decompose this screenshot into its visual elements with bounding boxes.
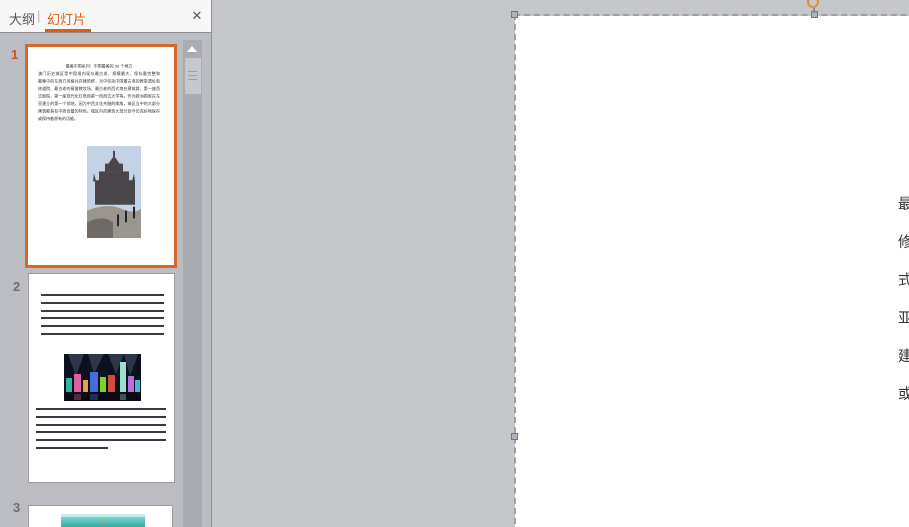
slide-body-line[interactable]: 澳门历史城区是中国境内现存最古老、规模最大、保存最完整和	[898, 155, 909, 176]
slide-body-line[interactable]: 或保持着原有的功能。	[898, 383, 909, 404]
scrollbar-grip	[188, 79, 197, 80]
thumb-body-line: 或保持着原有的功能。	[38, 115, 160, 123]
slide-1-number: 1	[11, 47, 18, 62]
slide-body-line[interactable]: 式剧院、第一座现代化灯塔和第一所西式大学等。作为欧洲国家在东	[898, 269, 909, 290]
thumb-body-line: 最集中的东西方风格共存建筑群，当中包括中国最古老的教堂遗址和	[38, 78, 160, 86]
slides-panel: 大纲 | 幻灯片 ✕ 1 最美中国系列：中国最美的 30 个地方 澳门历史城区是…	[0, 0, 212, 527]
slide-canvas[interactable]: 最美中国系列：中国最美的 30 个地方 澳门历史城区是中国境内现存最古老、规模最…	[212, 0, 909, 527]
panel-scrollbar[interactable]	[183, 40, 202, 527]
resize-handle-top-left[interactable]	[511, 11, 518, 18]
slide-2-thumbnail-text-block	[41, 294, 164, 341]
scrollbar-thumb[interactable]	[185, 58, 201, 94]
slide-body-line[interactable]: 亚建立的第一个领地，因为中西文化共融的缘故，城区当中的大部分	[898, 307, 909, 328]
slide-page[interactable]: 最美中国系列：中国最美的 30 个地方 澳门历史城区是中国境内现存最古老、规模最…	[515, 16, 909, 527]
panel-header: 大纲 | 幻灯片 ✕	[0, 0, 211, 33]
active-tab-underline	[45, 29, 91, 32]
slide-body-line[interactable]: 建筑都具有中西合璧的特色。城区内的建筑大部分到今仍完好地保存	[898, 345, 909, 366]
slide-1-thumbnail-image-ruins	[87, 146, 141, 238]
thumb-body-line: 式剧院、第一座现代化灯塔和第一所西式大学等。作为欧洲国家在东	[38, 93, 160, 101]
rotation-handle-stem	[813, 8, 815, 13]
slide-3-number: 3	[13, 500, 20, 515]
scrollbar-grip	[188, 71, 197, 72]
slide-body-line[interactable]: 修道院、最古老的基督教坟场、最古老的西式炮台建筑群、第一座西	[898, 231, 909, 252]
slide-2-number: 2	[13, 279, 20, 294]
slide-3-thumbnail-image-teal-sea	[61, 514, 145, 527]
slide-1-thumbnail-text: 最美中国系列：中国最美的 30 个地方 澳门历史城区是中国境内现存最古老、规模最…	[38, 63, 160, 123]
thumb-body-line: 修道院、最古老的基督教坟场、最古老的西式炮台建筑群、第一座西	[38, 85, 160, 93]
rotation-handle[interactable]	[807, 0, 819, 8]
slide-3-thumbnail[interactable]	[28, 505, 173, 527]
slide-2-thumbnail[interactable]	[28, 273, 175, 483]
thumb-body-line: 澳门历史城区是中国境内现存最古老、规模最大、保存最完整和	[38, 70, 160, 78]
thumb-title: 最美中国系列：中国最美的 30 个地方	[38, 63, 160, 70]
thumb-body-line: 亚建立的第一个领地，因为中西文化共融的缘故，城区当中的大部分	[38, 100, 160, 108]
close-panel-icon[interactable]: ✕	[189, 8, 205, 24]
tab-slides[interactable]: 幻灯片	[47, 9, 86, 28]
resize-handle-middle-left[interactable]	[511, 433, 518, 440]
tab-separator: |	[37, 8, 40, 23]
tab-outline[interactable]: 大纲	[9, 9, 35, 28]
presentation-editor-window: 最美中国系列：中国最美的 30 个地方 澳门历史城区是中国境内现存最古老、规模最…	[0, 0, 909, 527]
slide-2-thumbnail-text-block	[36, 408, 166, 455]
slide-title[interactable]: 最美中国系列：中国最美的 30 个地方	[898, 107, 909, 128]
slide-body-line[interactable]: 最集中的东西方风格共存建筑群，当中包括中国最古老的教堂遗址和	[898, 193, 909, 214]
scroll-up-icon[interactable]	[183, 40, 202, 57]
slide-2-thumbnail-image-night-skyline	[64, 354, 141, 401]
slide-1-thumbnail[interactable]: 最美中国系列：中国最美的 30 个地方 澳门历史城区是中国境内现存最古老、规模最…	[25, 44, 177, 268]
thumb-body-line: 建筑都具有中西合璧的特色。城区内的建筑大部分到今仍完好地保存	[38, 108, 160, 116]
scrollbar-grip	[188, 75, 197, 76]
